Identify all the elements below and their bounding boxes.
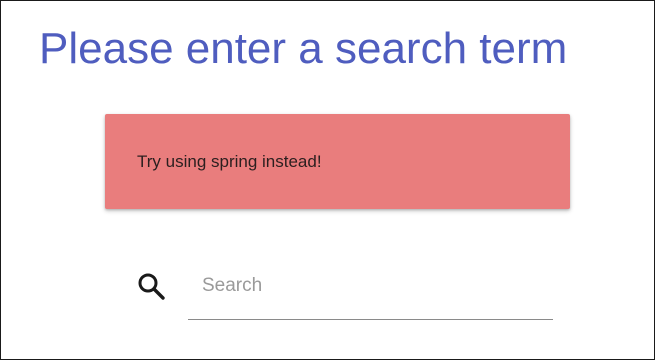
- alert-message: Try using spring instead!: [137, 152, 322, 171]
- search-field[interactable]: [188, 267, 553, 320]
- page-frame: Please enter a search term Try using spr…: [0, 0, 655, 360]
- alert-banner: Try using spring instead!: [105, 114, 570, 209]
- search-input[interactable]: [202, 267, 542, 305]
- search-icon: [137, 272, 167, 302]
- page-title: Please enter a search term: [39, 24, 568, 73]
